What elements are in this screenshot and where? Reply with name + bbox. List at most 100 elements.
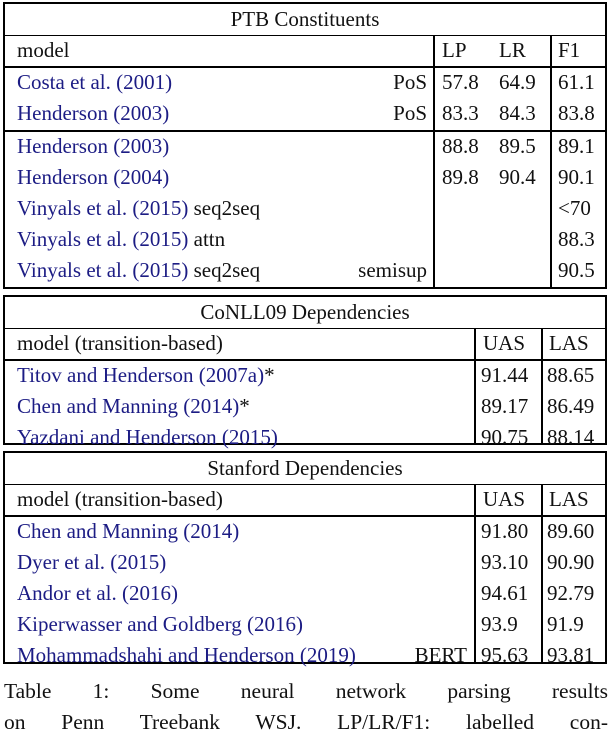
- f1-value: 83.8: [558, 101, 595, 125]
- table-row: Andor et al. (2016) 94.61 92.79: [5, 578, 605, 609]
- las-value: 92.79: [547, 581, 595, 605]
- model-variant: seq2seq: [188, 196, 261, 220]
- header-lp: LP: [442, 38, 467, 62]
- model-variant: seq2seq: [188, 258, 261, 282]
- table-header-row: model (transition-based) UAS LAS: [5, 328, 605, 361]
- header-model: model (transition-based): [17, 331, 223, 355]
- lp-value: 89.8: [442, 165, 479, 189]
- model-cell: Kiperwasser and Goldberg (2016): [17, 609, 303, 640]
- citation-link[interactable]: Henderson (2003): [17, 134, 169, 158]
- model-cell: Vinyals et al. (2015) seq2seq: [17, 193, 260, 224]
- uas-value: 89.17: [481, 394, 529, 418]
- citation-link[interactable]: Mohammadshahi and Henderson (2019): [17, 643, 356, 667]
- f1-value: 61.1: [558, 70, 595, 94]
- table-row: Titov and Henderson (2007a)* 91.44 88.65: [5, 360, 605, 391]
- uas-value: 91.80: [481, 519, 529, 543]
- table-title: Stanford Dependencies: [207, 456, 403, 480]
- citation-link[interactable]: Kiperwasser and Goldberg (2016): [17, 612, 303, 636]
- table-row: Mohammadshahi and Henderson (2019) BERT 95…: [5, 640, 605, 671]
- citation-link[interactable]: Vinyals et al. (2015): [17, 227, 188, 251]
- model-cell: Andor et al. (2016): [17, 578, 178, 609]
- las-value: 91.9: [547, 612, 584, 636]
- table-row: Dyer et al. (2015) 93.10 90.90: [5, 547, 605, 578]
- uas-value: 93.9: [481, 612, 518, 636]
- table-row: Chen and Manning (2014) 91.80 89.60: [5, 516, 605, 547]
- table-row: Kiperwasser and Goldberg (2016) 93.9 91.9: [5, 609, 605, 640]
- model-cell: Chen and Manning (2014)*: [17, 391, 250, 422]
- las-value: 88.14: [547, 425, 595, 449]
- f1-value: 88.3: [558, 227, 595, 251]
- table-title-row: CoNLL09 Dependencies: [5, 297, 605, 329]
- column-divider: [474, 328, 476, 443]
- lp-value: 88.8: [442, 134, 479, 158]
- citation-link[interactable]: Henderson (2003): [17, 101, 169, 125]
- model-cell: Mohammadshahi and Henderson (2019): [17, 640, 356, 671]
- model-cell: Yazdani and Henderson (2015): [17, 422, 278, 453]
- lr-value: 64.9: [499, 70, 536, 94]
- model-cell: Henderson (2004): [17, 162, 169, 193]
- lp-value: 57.8: [442, 70, 479, 94]
- las-value: 90.90: [547, 550, 595, 574]
- f1-value: 90.5: [558, 258, 595, 282]
- model-cell: Chen and Manning (2014): [17, 516, 239, 547]
- citation-link[interactable]: Costa et al. (2001): [17, 70, 172, 94]
- table-row: Vinyals et al. (2015) seq2seq <70: [5, 193, 605, 224]
- table-title: CoNLL09 Dependencies: [200, 300, 410, 324]
- table-row: Henderson (2003) 88.8 89.5 89.1: [5, 131, 605, 162]
- header-model: model (transition-based): [17, 487, 223, 511]
- las-value: 93.81: [547, 643, 595, 667]
- header-las: LAS: [549, 331, 589, 355]
- header-lr: LR: [499, 38, 526, 62]
- citation-link[interactable]: Vinyals et al. (2015): [17, 196, 188, 220]
- citation-link[interactable]: Vinyals et al. (2015): [17, 258, 188, 282]
- citation-link[interactable]: Yazdani and Henderson (2015): [17, 425, 278, 449]
- model-tag: PoS: [393, 101, 427, 125]
- column-divider: [541, 328, 543, 443]
- model-variant: *: [239, 394, 250, 418]
- table-row: Vinyals et al. (2015) attn 88.3: [5, 224, 605, 255]
- table-header-row: model (transition-based) UAS LAS: [5, 484, 605, 517]
- model-cell: Vinyals et al. (2015) attn: [17, 224, 225, 255]
- model-cell: Vinyals et al. (2015) seq2seq: [17, 255, 260, 286]
- column-divider: [474, 484, 476, 662]
- f1-value: <70: [558, 196, 591, 220]
- model-cell: Henderson (2003): [17, 98, 169, 129]
- table-row: Costa et al. (2001) PoS 57.8 64.9 61.1: [5, 67, 605, 98]
- citation-link[interactable]: Andor et al. (2016): [17, 581, 178, 605]
- lr-value: 84.3: [499, 101, 536, 125]
- caption-line-2: on Penn Treebank WSJ. LP/LR/F1: labelled…: [4, 710, 608, 734]
- header-las: LAS: [549, 487, 589, 511]
- uas-value: 90.75: [481, 425, 529, 449]
- las-value: 88.65: [547, 363, 595, 387]
- stanford-dependencies-table: Stanford Dependencies model (transition-…: [3, 451, 607, 667]
- lr-value: 89.5: [499, 134, 536, 158]
- model-cell: Titov and Henderson (2007a)*: [17, 360, 275, 391]
- uas-value: 93.10: [481, 550, 529, 574]
- model-tag: BERT: [414, 643, 467, 667]
- column-divider: [541, 484, 543, 662]
- table-row: Yazdani and Henderson (2015) 90.75 88.14: [5, 422, 605, 453]
- citation-link[interactable]: Chen and Manning (2014): [17, 519, 239, 543]
- table-caption: Table 1: Some neural network parsing res…: [4, 676, 608, 738]
- model-cell: Costa et al. (2001): [17, 67, 172, 98]
- las-value: 89.60: [547, 519, 595, 543]
- ptb-constituents-table: PTB Constituents model LP LR F1 Costa et…: [3, 2, 607, 289]
- lp-value: 83.3: [442, 101, 479, 125]
- table-row: Henderson (2004) 89.8 90.4 90.1: [5, 162, 605, 193]
- column-divider: [550, 35, 552, 287]
- table-header-row: model LP LR F1: [5, 35, 605, 68]
- model-variant: attn: [188, 227, 226, 251]
- uas-value: 95.63: [481, 643, 529, 667]
- table-title-row: PTB Constituents: [5, 4, 605, 36]
- citation-link[interactable]: Henderson (2004): [17, 165, 169, 189]
- citation-link[interactable]: Titov and Henderson (2007a): [17, 363, 264, 387]
- f1-value: 89.1: [558, 134, 595, 158]
- table-title: PTB Constituents: [230, 7, 380, 31]
- uas-value: 91.44: [481, 363, 529, 387]
- caption-line-1: Table 1: Some neural network parsing res…: [4, 679, 608, 703]
- citation-link[interactable]: Chen and Manning (2014): [17, 394, 239, 418]
- model-cell: Dyer et al. (2015): [17, 547, 166, 578]
- model-tag: PoS: [393, 70, 427, 94]
- las-value: 86.49: [547, 394, 595, 418]
- citation-link[interactable]: Dyer et al. (2015): [17, 550, 166, 574]
